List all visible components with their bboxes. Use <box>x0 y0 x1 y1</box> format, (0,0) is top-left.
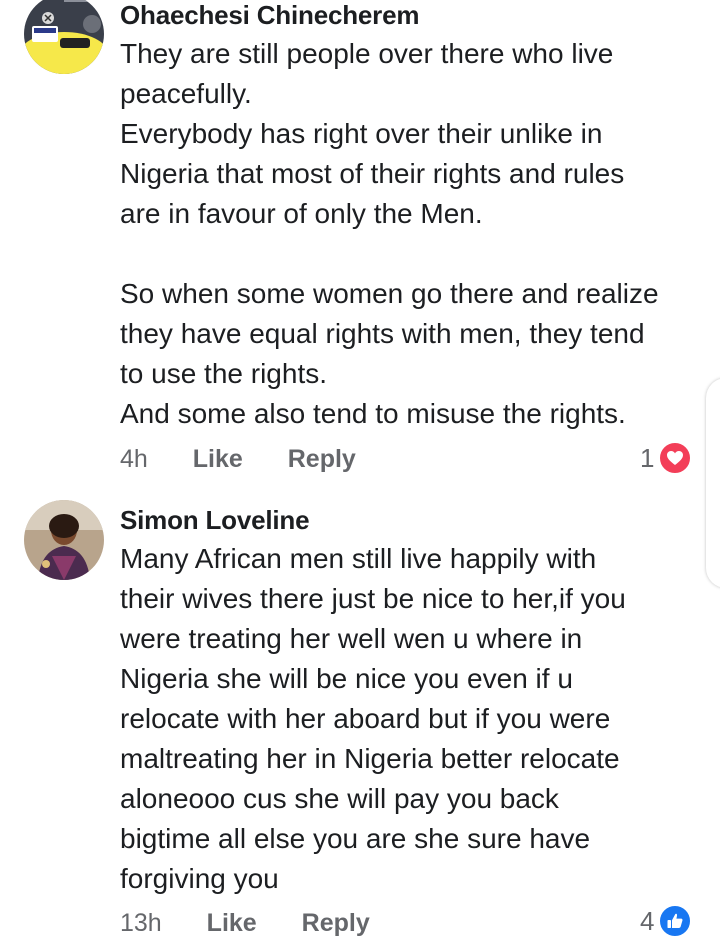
avatar[interactable] <box>24 0 104 74</box>
comment-line: Everybody has right over their unlike in <box>120 118 603 149</box>
comment-text: They are still people over there who liv… <box>120 34 700 434</box>
comment-actions: 4h Like Reply <box>120 441 356 477</box>
love-heart-icon <box>658 441 693 475</box>
avatar-image <box>24 500 104 580</box>
scroll-edge-handle[interactable] <box>706 378 720 588</box>
reaction-count: 1 <box>640 443 655 473</box>
reply-button[interactable]: Reply <box>288 441 356 477</box>
comment-line: And some also tend to misuse the rights. <box>120 398 626 429</box>
like-button[interactable]: Like <box>193 441 243 477</box>
reaction-summary[interactable]: 4 <box>640 903 693 939</box>
comments-thread: Ohaechesi Chinecherem They are still peo… <box>0 0 720 949</box>
reaction-summary[interactable]: 1 <box>640 440 693 476</box>
comment-line: Many African men still live happily with <box>120 543 597 574</box>
reaction-count: 4 <box>640 906 655 936</box>
comment-line: Nigeria she will be nice you even if u <box>120 663 573 694</box>
thumbs-up-icon <box>658 904 693 938</box>
like-button[interactable]: Like <box>207 905 257 941</box>
comment-line: forgiving you <box>120 863 279 894</box>
avatar-image <box>24 0 104 74</box>
comment-line: They are still people over there who liv… <box>120 38 614 69</box>
comment-actions: 13h Like Reply <box>120 905 370 941</box>
comment-line: their wives there just be nice to her,if… <box>120 583 626 614</box>
comment-line: So when some women go there and realize <box>120 278 659 309</box>
comment-text: Many African men still live happily with… <box>120 539 700 899</box>
comment-line: are in favour of only the Men. <box>120 198 483 229</box>
avatar[interactable] <box>24 500 104 580</box>
comment-timestamp[interactable]: 4h <box>120 441 148 477</box>
comment-line: Nigeria that most of their rights and ru… <box>120 158 625 189</box>
comment-line: were treating her well wen u where in <box>120 623 583 654</box>
comment-timestamp[interactable]: 13h <box>120 905 162 941</box>
comment-author[interactable]: Ohaechesi Chinecherem <box>120 0 419 31</box>
comment-line: they have equal rights with men, they te… <box>120 318 645 349</box>
comment-author[interactable]: Simon Loveline <box>120 505 310 536</box>
comment-line: aloneooo cus she will pay you back <box>120 783 559 814</box>
comment-line: to use the rights. <box>120 358 328 389</box>
reply-button[interactable]: Reply <box>302 905 370 941</box>
comment-line: maltreating her in Nigeria better reloca… <box>120 743 620 774</box>
comment-line: relocate with her aboard but if you were <box>120 703 611 734</box>
comment-line <box>120 234 700 274</box>
comment-line: bigtime all else you are she sure have <box>120 823 591 854</box>
comment-line: peacefully. <box>120 78 252 109</box>
